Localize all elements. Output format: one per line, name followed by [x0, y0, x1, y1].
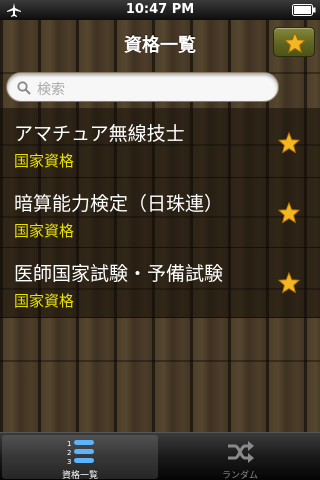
tab-qualification-list[interactable]: 1 2 3 資格一覧 — [2, 435, 158, 480]
tab-label: ランダム — [221, 471, 258, 480]
svg-text:1: 1 — [67, 440, 71, 448]
list-item[interactable]: 医師国家試験・予備試験 国家資格 — [0, 248, 320, 318]
search-input[interactable]: 検索 — [6, 72, 279, 102]
item-category: 国家資格 — [14, 292, 75, 310]
status-bar: 10:47 PM — [0, 0, 320, 20]
page-title: 資格一覧 — [124, 35, 196, 56]
item-category: 国家資格 — [14, 222, 75, 240]
tab-label: 資格一覧 — [61, 471, 98, 480]
numbered-list-icon: 1 2 3 — [67, 440, 94, 466]
search-bar: 検索 — [0, 64, 320, 108]
tab-bar: 1 2 3 資格一覧 ランダム — [0, 432, 320, 480]
star-icon[interactable] — [278, 272, 300, 293]
search-icon — [17, 81, 31, 95]
qualification-list: アマチュア無線技士 国家資格 暗算能力検定（日珠連） 国家資格 医師国家試験・予… — [0, 108, 320, 318]
item-category: 国家資格 — [14, 152, 75, 170]
search-placeholder: 検索 — [37, 82, 65, 98]
battery-icon — [292, 4, 316, 16]
star-icon[interactable] — [278, 202, 300, 223]
svg-text:3: 3 — [67, 458, 71, 466]
navigation-bar: 資格一覧 — [0, 20, 320, 64]
item-name: 医師国家試験・予備試験 — [14, 263, 224, 285]
favorites-button[interactable] — [273, 27, 315, 57]
shuffle-icon — [228, 441, 254, 463]
item-name: 暗算能力検定（日珠連） — [14, 193, 224, 215]
star-icon — [284, 32, 306, 53]
list-item[interactable]: アマチュア無線技士 国家資格 — [0, 108, 320, 178]
tab-random[interactable]: ランダム — [162, 435, 318, 480]
star-icon[interactable] — [278, 132, 300, 153]
status-time: 10:47 PM — [125, 2, 195, 17]
svg-text:2: 2 — [67, 449, 71, 457]
item-name: アマチュア無線技士 — [14, 123, 185, 145]
list-item[interactable]: 暗算能力検定（日珠連） 国家資格 — [0, 178, 320, 248]
